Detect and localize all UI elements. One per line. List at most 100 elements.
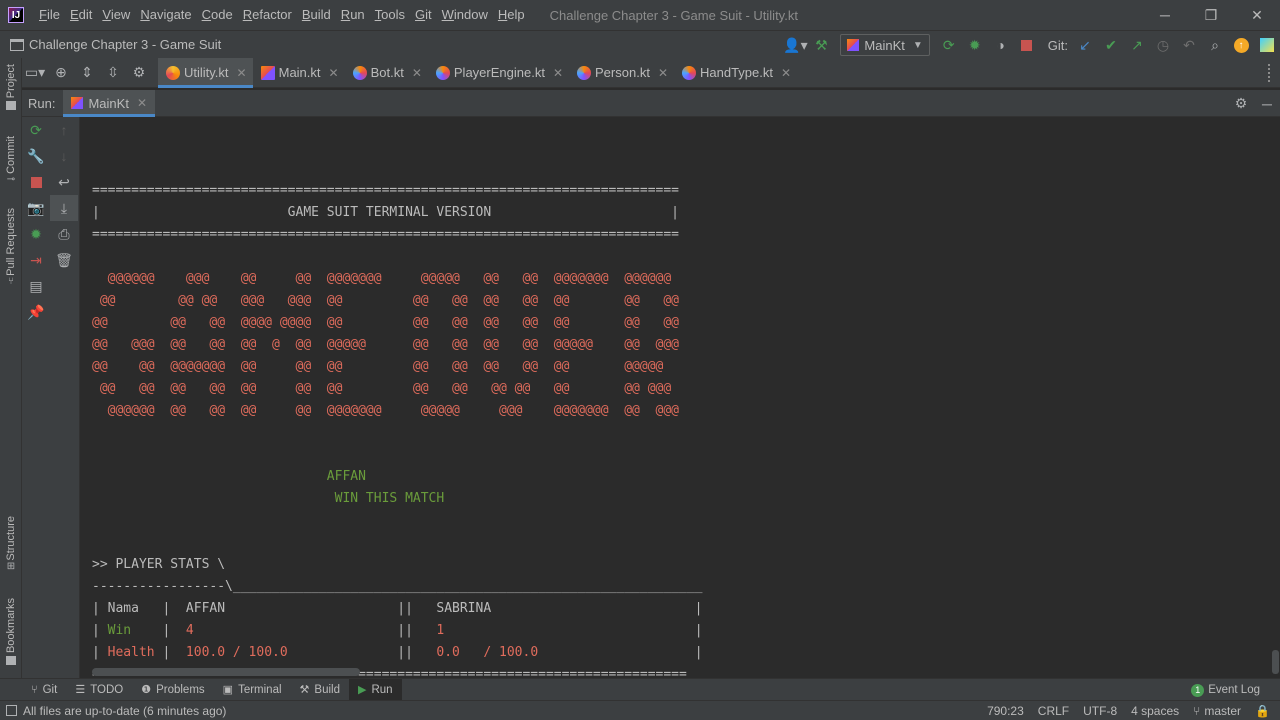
menu-git[interactable]: Git [410,0,437,30]
editor-tab-main-kt[interactable]: Main.kt ✕ [253,58,345,88]
console-line: >> PLAYER STATS \ [92,557,226,572]
rollback-icon[interactable]: ↶ [1176,34,1202,56]
scroll-to-end-icon[interactable]: ⤓ [50,195,78,221]
history-icon[interactable]: ◷ [1150,34,1176,56]
arrow-up-icon[interactable]: ↑ [50,117,78,143]
editor-tab-handtype-kt[interactable]: HandType.kt ✕ [674,58,797,88]
menu-view[interactable]: View [97,0,135,30]
menu-file[interactable]: File [34,0,65,30]
close-icon[interactable]: ✕ [137,96,147,110]
arrow-down-icon[interactable]: ↓ [50,143,78,169]
bottom-tab-git[interactable]: ⑂ Git [22,679,66,701]
run-tab-mainkt[interactable]: MainKt ✕ [63,89,155,117]
indent-setting[interactable]: 4 spaces [1131,704,1179,718]
soft-wrap-icon[interactable]: ↩ [50,169,78,195]
line-separator[interactable]: CRLF [1038,704,1069,718]
bottom-tab-terminal[interactable]: ▣ Terminal [214,679,291,701]
pin-icon[interactable]: 📌 [22,299,50,325]
hide-panel-icon[interactable]: ─ [1254,93,1280,115]
minimize-button[interactable]: ─ [1142,0,1188,30]
bookmarks-tool-tab[interactable]: Bookmarks [0,598,22,666]
bottom-tab-label: Run [371,683,393,696]
editor-tab-bot-kt[interactable]: Bot.kt ✕ [345,58,428,88]
update-icon[interactable]: ↑ [1228,34,1254,56]
window-menu-icon[interactable]: ▭▾ [22,62,48,84]
structure-tool-tab[interactable]: Structure ⊞ [0,516,22,572]
collapse-all-icon[interactable]: ⇳ [100,62,126,84]
status-toggle-icon[interactable] [6,705,17,716]
editor-tab-utility-kt[interactable]: Utility.kt ✕ [158,57,253,88]
pull-requests-tool-tab[interactable]: Pull Requests ⑂ [0,208,22,287]
git-label: Git: [1047,37,1068,53]
kotlin-icon [71,97,84,109]
restore-button[interactable]: ❐ [1188,0,1234,30]
close-window-button[interactable]: ✕ [1234,0,1280,30]
exit-icon[interactable]: ⇥ [22,247,50,273]
tabs-overflow-icon[interactable] [1268,64,1272,82]
close-icon[interactable]: ✕ [237,66,247,80]
debug-icon[interactable]: ✹ [962,34,988,56]
vertical-scrollbar[interactable] [1272,650,1279,674]
git-branch[interactable]: master [1204,704,1241,718]
event-log-tab[interactable]: 1 Event Log [1191,679,1260,701]
caret-position[interactable]: 790:23 [987,704,1024,718]
menu-edit[interactable]: Edit [65,0,97,30]
lock-icon[interactable]: 🔒 [1255,704,1270,718]
edit-config-icon[interactable]: 🔧 [22,143,50,169]
bottom-tab-problems[interactable]: ❶ Problems [132,679,213,701]
menu-run[interactable]: Run [336,0,370,30]
kotlin-icon [847,39,860,51]
bottom-tab-todo[interactable]: ☰ TODO [66,679,132,701]
plugin-logo-icon[interactable] [1254,34,1280,56]
stop-icon[interactable] [22,169,50,195]
menu-build[interactable]: Build [297,0,336,30]
console-line: ========================================… [92,183,679,198]
git-push-icon[interactable]: ↗ [1124,34,1150,56]
rerun-icon[interactable]: ⟳ [22,117,50,143]
bottom-tab-run[interactable]: ▶ Run [348,678,402,701]
gear-icon[interactable]: ⚙ [126,62,152,84]
stop-icon[interactable] [1014,34,1040,56]
run-tab-label: MainKt [88,95,129,111]
menu-refactor[interactable]: Refactor [238,0,297,30]
menu-tools[interactable]: Tools [370,0,410,30]
file-encoding[interactable]: UTF-8 [1083,704,1117,718]
editor-tab-label: Person.kt [595,65,650,80]
print-icon[interactable]: ⎙ [50,221,78,247]
close-icon[interactable]: ✕ [553,66,563,80]
menu-navigate[interactable]: Navigate [135,0,196,30]
run-panel-title: Run: [28,95,56,111]
bottom-tab-build[interactable]: ⚒ Build [291,679,349,701]
project-tool-tab[interactable]: Project [0,64,22,111]
search-icon[interactable]: ⌕ [1202,34,1228,56]
run-toolbar-primary: ⟳ 🔧 📷 ✹ ⇥ ▤ 📌 [22,117,50,678]
close-icon[interactable]: ✕ [781,66,791,80]
editor-tab-playerengine-kt[interactable]: PlayerEngine.kt ✕ [428,58,569,88]
expand-all-icon[interactable]: ⇕ [74,62,100,84]
git-commit-icon[interactable]: ✔ [1098,34,1124,56]
trash-icon[interactable]: 🗑 [50,247,78,273]
menu-help[interactable]: Help [493,0,530,30]
editor-tab-person-kt[interactable]: Person.kt ✕ [569,58,674,88]
rerun-icon[interactable]: ⟳ [936,34,962,56]
camera-icon[interactable]: 📷 [22,195,50,221]
run-config-selector[interactable]: MainKt ▼ [840,34,930,56]
close-icon[interactable]: ✕ [329,66,339,80]
gear-icon[interactable]: ⚙ [1228,93,1254,115]
crosshair-icon[interactable]: ⊕ [48,62,74,84]
build-icon: ⚒ [299,684,310,696]
user-icon[interactable]: 👤▾ [782,34,808,56]
git-update-icon[interactable]: ↙ [1072,34,1098,56]
horizontal-scrollbar[interactable] [92,668,360,676]
build-hammer-icon[interactable]: ⚒ [808,34,834,56]
close-icon[interactable]: ✕ [412,66,422,80]
menu-code[interactable]: Code [197,0,238,30]
layout-icon[interactable]: ▤ [22,273,50,299]
project-breadcrumb[interactable]: Challenge Chapter 3 - Game Suit [29,37,221,52]
debug-icon[interactable]: ✹ [22,221,50,247]
console-output[interactable]: ========================================… [80,117,1270,678]
commit-tool-tab[interactable]: Commit ⊸ [0,136,22,185]
coverage-icon[interactable]: ◑ [988,34,1014,56]
menu-window[interactable]: Window [437,0,493,30]
close-icon[interactable]: ✕ [658,66,668,80]
